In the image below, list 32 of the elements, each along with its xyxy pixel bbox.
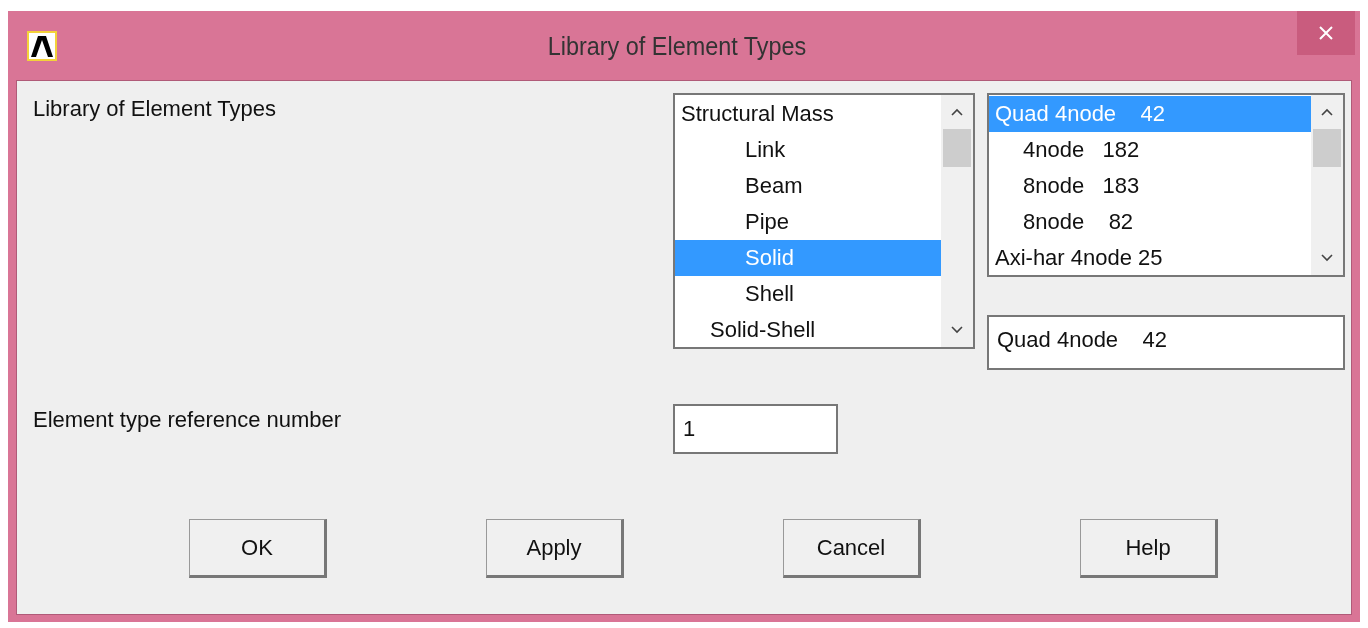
scroll-up-icon[interactable] [1320, 107, 1334, 117]
reference-number-field[interactable]: 1 [673, 404, 838, 454]
list-item[interactable]: 4node 182 [989, 132, 1311, 168]
list-item[interactable]: 8node 82 [989, 204, 1311, 240]
list-item[interactable]: Shell [675, 276, 941, 312]
category-list[interactable]: Structural Mass Link Beam Pipe Solid Shell Solid-Shell [673, 93, 975, 349]
close-button[interactable] [1297, 11, 1355, 55]
window-title: Library of Element Types [546, 31, 808, 62]
close-icon [1318, 25, 1334, 41]
list-item[interactable]: Beam [675, 168, 941, 204]
list-item[interactable]: Link [675, 132, 941, 168]
dialog-button[interactable]: Apply [486, 519, 624, 578]
scrollbar[interactable] [1311, 95, 1343, 275]
selection-field[interactable]: Quad 4node 42 [987, 315, 1345, 370]
logo-icon [27, 30, 57, 61]
dialog-button[interactable]: Cancel [783, 519, 921, 578]
scroll-thumb[interactable] [1313, 129, 1341, 167]
list-item[interactable]: 8node 183 [989, 168, 1311, 204]
list-item[interactable]: Structural Mass [675, 96, 941, 132]
list-item[interactable]: Pipe [675, 204, 941, 240]
dialog-button[interactable]: Help [1080, 519, 1218, 578]
library-label: Library of Element Types [33, 95, 277, 123]
scrollbar[interactable] [941, 95, 973, 347]
reference-number-label: Element type reference number [33, 406, 343, 434]
scroll-thumb[interactable] [943, 129, 971, 167]
scroll-down-icon[interactable] [1320, 253, 1334, 263]
dialog-button[interactable]: OK [189, 519, 327, 578]
list-item[interactable]: Solid-Shell [675, 312, 941, 348]
element-type-list[interactable]: Quad 4node 42 4node 182 8node 183 8node 82 Axi-har 4node 25 [987, 93, 1345, 277]
list-item[interactable]: Axi-har 4node 25 [989, 240, 1311, 276]
scroll-up-icon[interactable] [950, 107, 964, 117]
scroll-down-icon[interactable] [950, 325, 964, 335]
